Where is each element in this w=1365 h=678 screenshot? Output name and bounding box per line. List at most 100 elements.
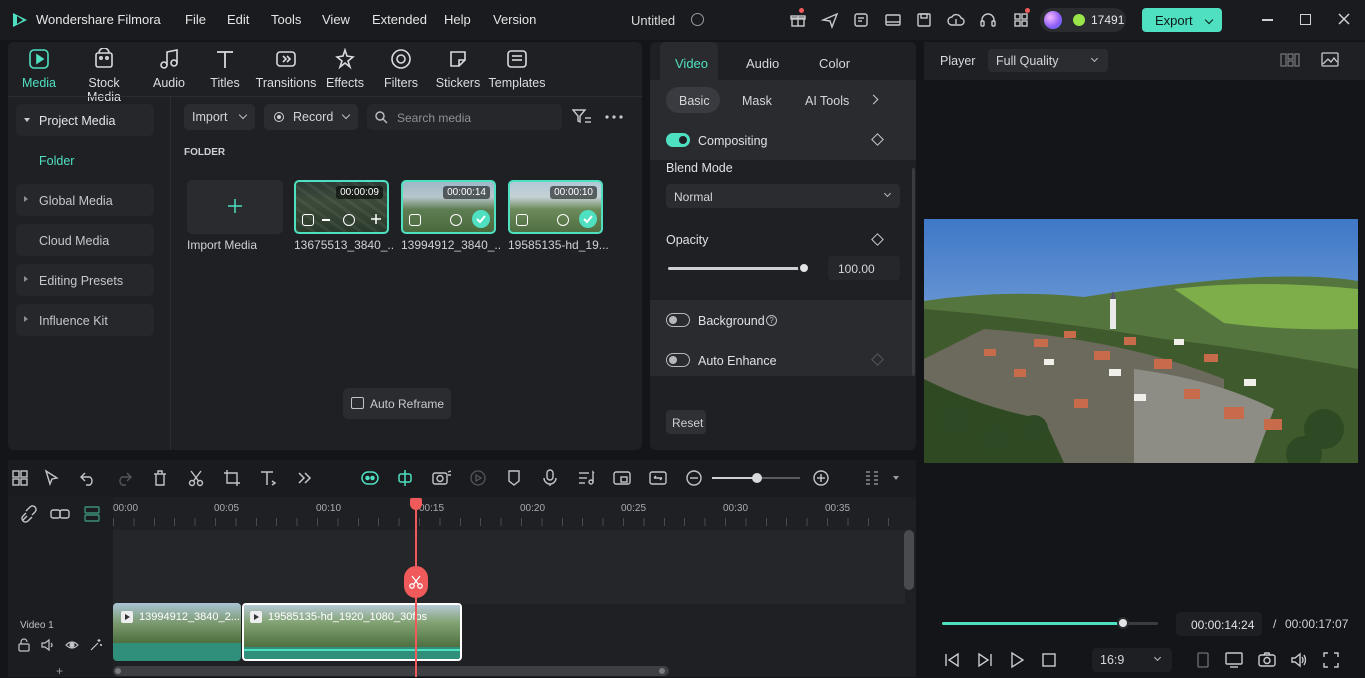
text-tool-icon[interactable] [259,469,277,487]
more-options-icon[interactable] [605,115,623,119]
tab-audio[interactable]: Audio [139,48,199,90]
sidebar-item-influence-kit[interactable]: Influence Kit [16,304,154,336]
dropdown-arrow-icon[interactable] [893,476,899,480]
minus-icon[interactable] [322,219,330,221]
add-track-button[interactable]: + [56,664,63,678]
add-icon[interactable] [370,213,382,225]
select-tool-icon[interactable] [43,469,61,487]
player-progress-bar[interactable] [942,617,1158,629]
playhead-handle[interactable] [410,498,422,510]
next-frame-icon[interactable] [976,651,994,669]
filter-sort-icon[interactable] [572,108,592,126]
opacity-input[interactable]: 100.00 [828,256,900,280]
sidebar-item-folder[interactable]: Folder [39,154,74,168]
lock-track-icon[interactable] [17,638,31,652]
close-icon[interactable] [1337,12,1351,26]
auto-enhance-toggle[interactable] [666,353,690,367]
help-icon[interactable]: ? [766,315,777,326]
redo-icon[interactable] [115,469,133,487]
search-input[interactable]: Search media [367,104,562,130]
credits-badge[interactable]: 17491 [1040,8,1126,32]
menu-help[interactable]: Help [444,12,471,27]
timeline-clip[interactable]: 13994912_3840_2... [113,603,241,661]
auto-reframe-button[interactable]: Auto Reframe [343,388,451,419]
menu-extended[interactable]: Extended [372,12,427,27]
aspect-ratio-select[interactable]: 16:9 [1092,648,1172,672]
sidebar-item-editing-presets[interactable]: Editing Presets [16,264,154,296]
menu-view[interactable]: View [322,12,350,27]
gift-icon[interactable] [789,11,807,29]
timeline-horizontal-scrollbar[interactable] [113,666,669,676]
tab-color[interactable]: Color [819,56,850,71]
previous-frame-icon[interactable] [943,651,961,669]
zoom-slider[interactable] [712,473,800,483]
ai-mate-icon[interactable] [360,469,379,487]
player-progress-handle[interactable] [1117,617,1130,629]
maximize-icon[interactable] [1300,14,1311,25]
auto-highlight-icon[interactable] [432,469,452,487]
replace-icon[interactable] [649,469,667,487]
microphone-icon[interactable] [541,469,559,487]
magic-wand-icon[interactable] [89,638,103,652]
tab-effects[interactable]: Effects [315,48,375,90]
crop-icon[interactable] [223,469,241,487]
play-icon[interactable] [1008,651,1026,669]
tab-audio[interactable]: Audio [746,56,779,71]
apps-grid-icon[interactable] [1012,11,1030,29]
subtab-ai-tools[interactable]: AI Tools [805,94,849,108]
tab-templates[interactable]: Templates [487,48,547,90]
undo-icon[interactable] [79,469,97,487]
delete-icon[interactable] [151,469,169,487]
camera-icon[interactable] [1258,651,1276,669]
tab-video[interactable]: Video [675,56,708,71]
grid-handle-icon[interactable] [863,469,881,487]
current-time-box[interactable]: 00:00:14:24 [1176,612,1262,636]
opacity-slider-handle[interactable] [798,262,810,274]
timeline-clip-selected[interactable]: 19585135-hd_1920_1080_30fps [242,603,462,661]
tab-transitions[interactable]: Transitions [254,48,318,90]
stop-icon[interactable] [1040,651,1058,669]
video-preview[interactable] [924,219,1358,463]
record-dropdown[interactable]: Record [264,104,358,130]
audio-mixer-icon[interactable] [577,469,595,487]
menu-file[interactable]: File [185,12,206,27]
menu-version[interactable]: Version [493,12,536,27]
menu-tools[interactable]: Tools [271,12,301,27]
marker-icon[interactable] [505,469,523,487]
sidebar-item-global-media[interactable]: Global Media [16,184,154,216]
zoom-slider-handle[interactable] [752,473,762,483]
visibility-icon[interactable] [65,638,79,652]
media-thumbnail[interactable]: 00:00:09 [294,180,389,234]
save-icon[interactable] [915,11,933,29]
pip-icon[interactable] [613,469,631,487]
properties-scrollbar[interactable] [912,168,915,376]
tab-titles[interactable]: Titles [195,48,255,90]
send-icon[interactable] [821,11,839,29]
cloud-upload-icon[interactable] [947,11,965,29]
link-icon[interactable] [50,505,70,523]
reset-button[interactable]: Reset [666,410,706,434]
snapshot-view-icon[interactable] [1321,52,1339,67]
cut-icon[interactable] [187,469,205,487]
sidebar-item-project-media[interactable]: Project Media [16,104,154,136]
layout-icon[interactable] [884,11,902,29]
subtab-mask[interactable]: Mask [742,94,772,108]
background-toggle[interactable] [666,313,690,327]
opacity-slider[interactable] [668,262,810,274]
tab-stickers[interactable]: Stickers [428,48,488,90]
fullscreen-icon[interactable] [1322,651,1340,669]
minimize-icon[interactable] [1262,19,1273,21]
import-dropdown[interactable]: Import [184,104,255,130]
mute-track-icon[interactable] [41,638,55,652]
media-thumbnail[interactable]: 00:00:10 [508,180,603,234]
track-manage-icon[interactable] [83,505,101,523]
quality-select[interactable]: Full Quality [988,49,1108,72]
edit-doc-icon[interactable] [852,11,870,29]
import-media-tile[interactable] [187,180,283,234]
zoom-out-icon[interactable] [685,469,703,487]
safe-zone-icon[interactable] [1194,651,1212,669]
sidebar-item-cloud-media[interactable]: Cloud Media [16,224,154,256]
subtab-basic[interactable]: Basic [679,94,710,108]
zoom-in-icon[interactable] [812,469,830,487]
tab-media[interactable]: Media [9,48,69,90]
